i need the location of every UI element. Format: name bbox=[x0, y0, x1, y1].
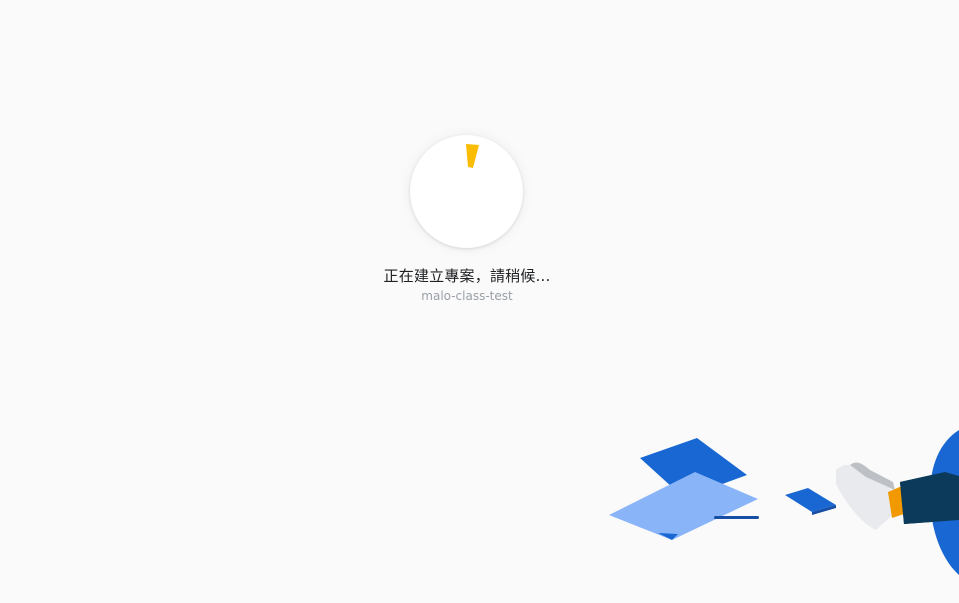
loading-spinner bbox=[410, 135, 523, 248]
pen-shape bbox=[714, 516, 759, 519]
paper-shape bbox=[609, 472, 758, 540]
paper-fold-shape bbox=[658, 533, 678, 540]
decorative-illustration bbox=[609, 430, 959, 575]
project-name-label: malo-class-test bbox=[421, 289, 513, 303]
spinner-segment bbox=[466, 144, 479, 168]
loading-status-text: 正在建立專案，請稍候... bbox=[383, 267, 551, 285]
spinner-icon bbox=[466, 144, 479, 168]
project-creation-page: 正在建立專案，請稍候... malo-class-test bbox=[0, 0, 959, 603]
trouser-front-shape bbox=[900, 472, 959, 524]
